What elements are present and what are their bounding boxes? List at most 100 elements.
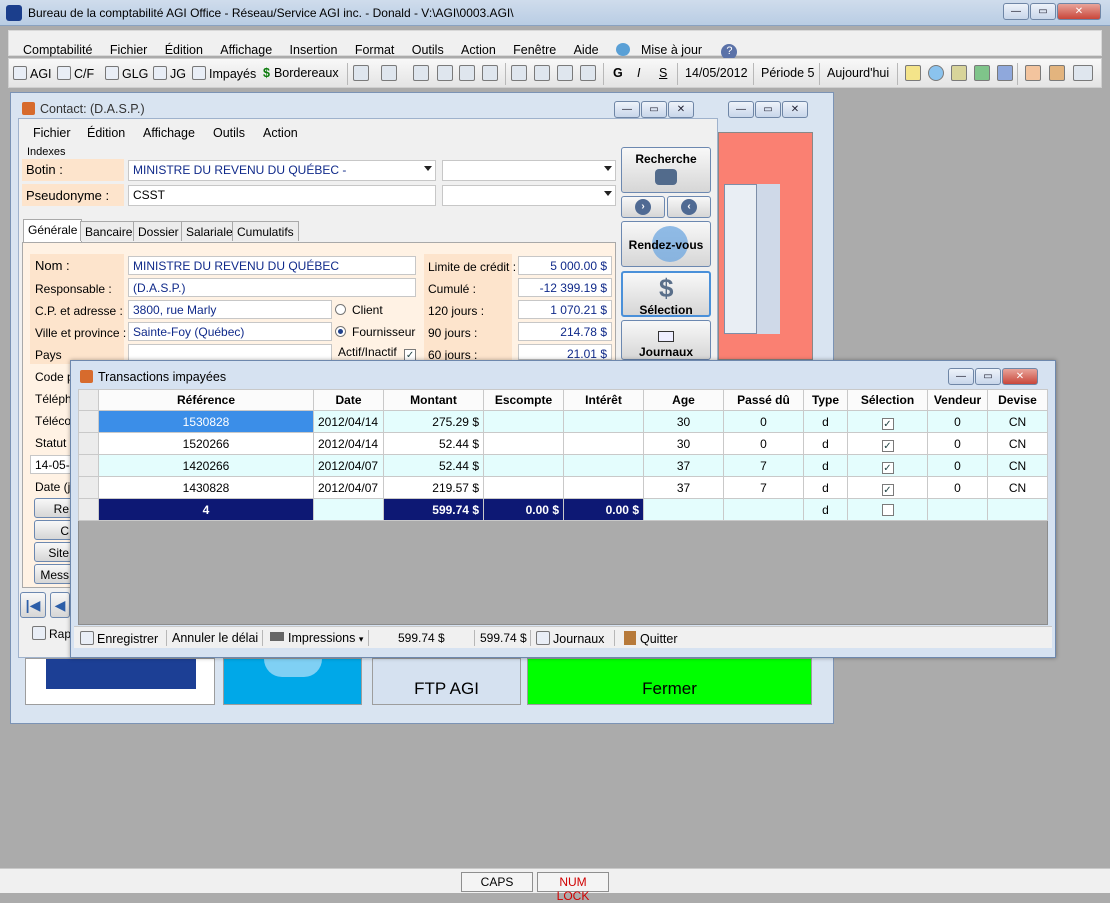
cell-escompte[interactable] (483, 454, 564, 477)
transactions-close-button[interactable]: ✕ (1002, 368, 1038, 385)
cell-date[interactable]: 2012/04/14 (313, 410, 384, 433)
actif-checkbox[interactable]: Actif/Inactif ✓ (338, 345, 417, 361)
cell-type[interactable]: d (803, 410, 848, 433)
pseudonyme-combo-2[interactable] (442, 185, 616, 206)
transactions-maximize-button[interactable]: ▭ (975, 368, 1001, 385)
tab-salariale[interactable]: Salariale (181, 221, 238, 241)
cell-vendeur[interactable]: 0 (927, 454, 988, 477)
impressions-dropdown[interactable]: Impressions ▾ (270, 631, 363, 645)
save-icon[interactable] (413, 65, 429, 81)
toolbar-glg-button[interactable]: GLG (105, 66, 148, 81)
checkbox-checked-icon[interactable]: ✓ (881, 417, 894, 430)
cell-vendeur[interactable]: 0 (927, 432, 988, 455)
maximize-button[interactable]: ▭ (1030, 3, 1056, 20)
excel-icon[interactable] (974, 65, 990, 81)
menu-format[interactable]: Format (348, 37, 402, 57)
c-button[interactable]: C (34, 520, 74, 540)
row-header[interactable] (78, 454, 99, 477)
close-button[interactable]: ✕ (1057, 3, 1101, 20)
new-doc-icon[interactable] (353, 65, 369, 81)
paste-icon[interactable] (557, 65, 573, 81)
cell-reference[interactable]: 1420266 (98, 454, 314, 477)
calendar-icon[interactable] (1025, 65, 1041, 81)
menu-fenetre[interactable]: Fenêtre (506, 37, 563, 57)
col-date[interactable]: Date (313, 389, 384, 411)
cut-icon[interactable] (511, 65, 527, 81)
cell-age[interactable]: 30 (643, 432, 724, 455)
cell-montant[interactable]: 52.44 $ (383, 432, 484, 455)
col-escompte[interactable]: Escompte (483, 389, 564, 411)
cell-selection[interactable]: ✓ (847, 432, 928, 455)
menu-mise-a-jour[interactable]: Mise à jour (609, 31, 716, 57)
col-reference[interactable]: Référence (98, 389, 314, 411)
cell-passe-du[interactable]: 7 (723, 476, 804, 499)
row-header[interactable] (78, 432, 99, 455)
total-selection[interactable] (847, 498, 928, 521)
client-radio[interactable]: Client (335, 303, 383, 317)
quitter-button[interactable]: Quitter (624, 631, 678, 646)
rapport-button[interactable]: Rap (32, 626, 71, 641)
cell-type[interactable]: d (803, 432, 848, 455)
cell-passe-du[interactable]: 0 (723, 410, 804, 433)
find-icon[interactable] (580, 65, 596, 81)
table-row[interactable]: 1530828 2012/04/14 275.29 $ 30 0 d ✓ 0 C… (78, 410, 1048, 433)
botin-combo-2[interactable] (442, 160, 616, 181)
columns-icon[interactable] (1049, 65, 1065, 81)
cell-montant[interactable]: 275.29 $ (383, 410, 484, 433)
transactions-minimize-button[interactable]: — (948, 368, 974, 385)
contact-menu-edition[interactable]: Édition (87, 126, 125, 140)
skype-tile[interactable] (223, 658, 362, 705)
browser-icon[interactable] (928, 65, 944, 81)
toolbar-agi-button[interactable]: AGI (13, 66, 52, 81)
col-interet[interactable]: Intérêt (563, 389, 644, 411)
nom-field[interactable]: MINISTRE DU REVENU DU QUÉBEC (128, 256, 416, 275)
cell-devise[interactable]: CN (987, 476, 1048, 499)
tab-dossier[interactable]: Dossier (133, 221, 184, 241)
table-row[interactable]: 1520266 2012/04/14 52.44 $ 30 0 d ✓ 0 CN (78, 432, 1048, 455)
adresse-field[interactable]: 3800, rue Marly (128, 300, 332, 319)
annuler-delai-button[interactable]: Annuler le délai (172, 631, 258, 645)
j90-field[interactable]: 214.78 $ (518, 322, 612, 341)
cell-reference[interactable]: 1520266 (98, 432, 314, 455)
col-passe-du[interactable]: Passé dû (723, 389, 804, 411)
toolbar-periode[interactable]: Période 5 (761, 66, 815, 80)
cell-age[interactable]: 37 (643, 454, 724, 477)
toolbar-cf-button[interactable]: C/F (57, 66, 94, 81)
menu-insertion[interactable]: Insertion (283, 37, 345, 57)
cell-age[interactable]: 37 (643, 476, 724, 499)
minimize-button[interactable]: — (1003, 3, 1029, 20)
first-record-button[interactable]: |◀ (20, 592, 46, 618)
botin-combo[interactable]: MINISTRE DU REVENU DU QUÉBEC - (128, 160, 436, 181)
cell-selection[interactable]: ✓ (847, 454, 928, 477)
menu-affichage[interactable]: Affichage (213, 37, 279, 57)
recherche-button[interactable]: Recherche (621, 147, 711, 193)
bg-maximize-button[interactable]: ▭ (755, 101, 781, 118)
cell-date[interactable]: 2012/04/14 (313, 432, 384, 455)
favorites-icon[interactable] (905, 65, 921, 81)
tab-cumulatifs[interactable]: Cumulatifs (232, 221, 299, 241)
toolbar-date[interactable]: 14/05/2012 (685, 66, 748, 80)
prev-record-button[interactable]: ◀ (50, 592, 70, 618)
fournisseur-radio[interactable]: Fournisseur (335, 325, 415, 339)
contact-menu-outils[interactable]: Outils (213, 126, 245, 140)
bg-close-button[interactable]: ✕ (782, 101, 808, 118)
row-header[interactable] (78, 476, 99, 499)
cell-selection[interactable]: ✓ (847, 476, 928, 499)
col-type[interactable]: Type (803, 389, 848, 411)
cumule-field[interactable]: -12 399.19 $ (518, 278, 612, 297)
menu-comptabilite[interactable]: Comptabilité (9, 37, 99, 57)
responsable-field[interactable]: (D.A.S.P.) (128, 278, 416, 297)
col-montant[interactable]: Montant (383, 389, 484, 411)
site-button[interactable]: Site (34, 542, 74, 562)
ville-field[interactable]: Sainte-Foy (Québec) (128, 322, 332, 341)
cell-reference[interactable]: 1430828 (98, 476, 314, 499)
tab-bancaire[interactable]: Bancaire (80, 221, 138, 241)
cell-montant[interactable]: 219.57 $ (383, 476, 484, 499)
col-age[interactable]: Age (643, 389, 724, 411)
cell-date[interactable]: 2012/04/07 (313, 476, 384, 499)
cell-age[interactable]: 30 (643, 410, 724, 433)
cell-escompte[interactable] (483, 410, 564, 433)
cell-reference[interactable]: 1530828 (98, 410, 314, 433)
cell-interet[interactable] (563, 476, 644, 499)
table-row[interactable]: 1430828 2012/04/07 219.57 $ 37 7 d ✓ 0 C… (78, 476, 1048, 499)
